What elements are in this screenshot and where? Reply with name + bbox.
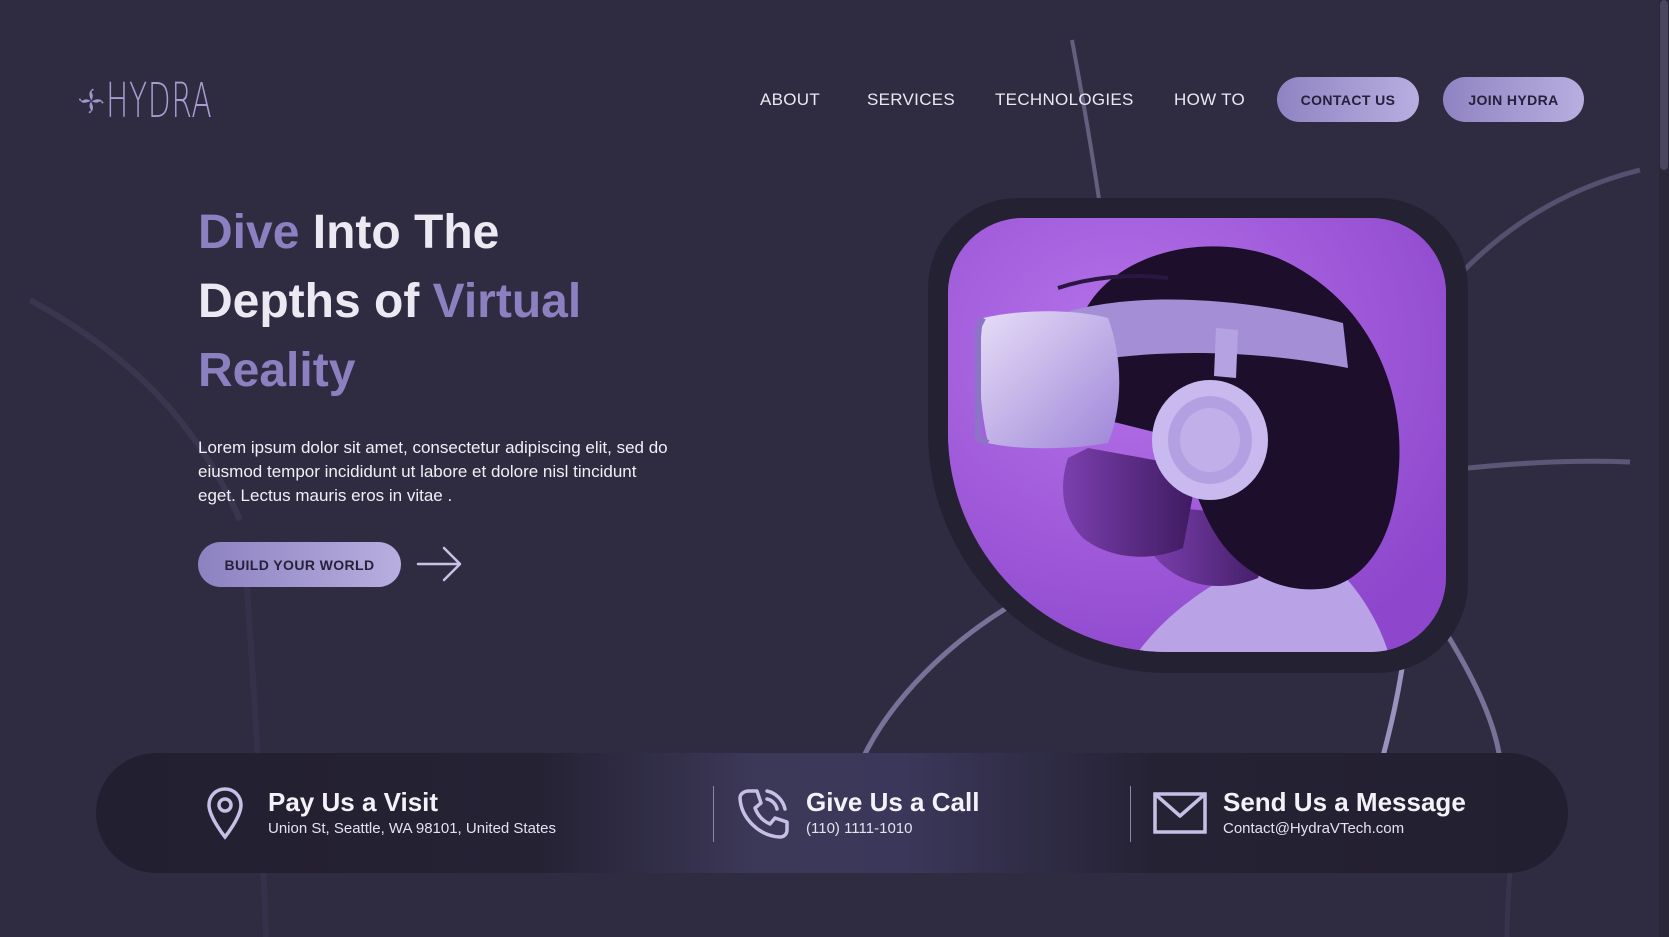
contact-message[interactable]: Send Us a Message Contact@HydraVTech.com [1151, 753, 1466, 873]
contact-message-email: Contact@HydraVTech.com [1223, 820, 1405, 837]
scrollbar-thumb[interactable] [1660, 0, 1668, 170]
nav-technologies[interactable]: TECHNOLOGIES [995, 77, 1134, 122]
logo[interactable]: HYDRA [78, 46, 278, 156]
arrow-right-icon[interactable] [416, 544, 464, 584]
nav-services[interactable]: SERVICES [867, 77, 955, 122]
hero-title-word-dive: Dive [198, 206, 300, 259]
hydra-swirl-icon [78, 88, 104, 114]
contact-call-phone: (110) 1111-1010 [806, 820, 913, 837]
envelope-icon [1151, 784, 1209, 842]
scrollbar[interactable] [1659, 0, 1669, 937]
hero-title-depths-of: Depths of [198, 275, 420, 328]
contact-message-title: Send Us a Message [1223, 787, 1466, 817]
map-pin-icon [196, 784, 254, 842]
contact-visit-title: Pay Us a Visit [268, 787, 439, 817]
hero-title-word-reality: Reality [198, 344, 356, 397]
hero-title-word-virtual: Virtual [419, 275, 582, 328]
join-hydra-button[interactable]: JOIN HYDRA [1443, 77, 1584, 122]
contact-bar: Pay Us a Visit Union St, Seattle, WA 981… [96, 753, 1568, 873]
contact-divider [1130, 786, 1131, 842]
brand-name: HYDRA [106, 73, 213, 129]
contact-visit[interactable]: Pay Us a Visit Union St, Seattle, WA 981… [196, 753, 556, 873]
contact-divider [713, 786, 714, 842]
hero-title: Dive Into The Depths of Virtual Reality [198, 198, 758, 405]
page: HYDRA ABOUT SERVICES TECHNOLOGIES HOW TO… [0, 0, 1669, 937]
contact-call-title: Give Us a Call [806, 787, 980, 817]
nav-about[interactable]: ABOUT [760, 77, 820, 122]
nav-how-to[interactable]: HOW TO [1174, 77, 1245, 122]
contact-call[interactable]: Give Us a Call (110) 1111-1010 [734, 753, 979, 873]
vr-headset-person-photo [948, 218, 1446, 652]
build-your-world-button[interactable]: BUILD YOUR WORLD [198, 542, 401, 587]
phone-icon [734, 784, 792, 842]
hero-description: Lorem ipsum dolor sit amet, consectetur … [198, 438, 668, 505]
hero-title-into-the: Into The [299, 206, 500, 259]
contact-visit-address: Union St, Seattle, WA 98101, United Stat… [268, 820, 556, 837]
contact-us-button[interactable]: CONTACT US [1277, 77, 1419, 122]
